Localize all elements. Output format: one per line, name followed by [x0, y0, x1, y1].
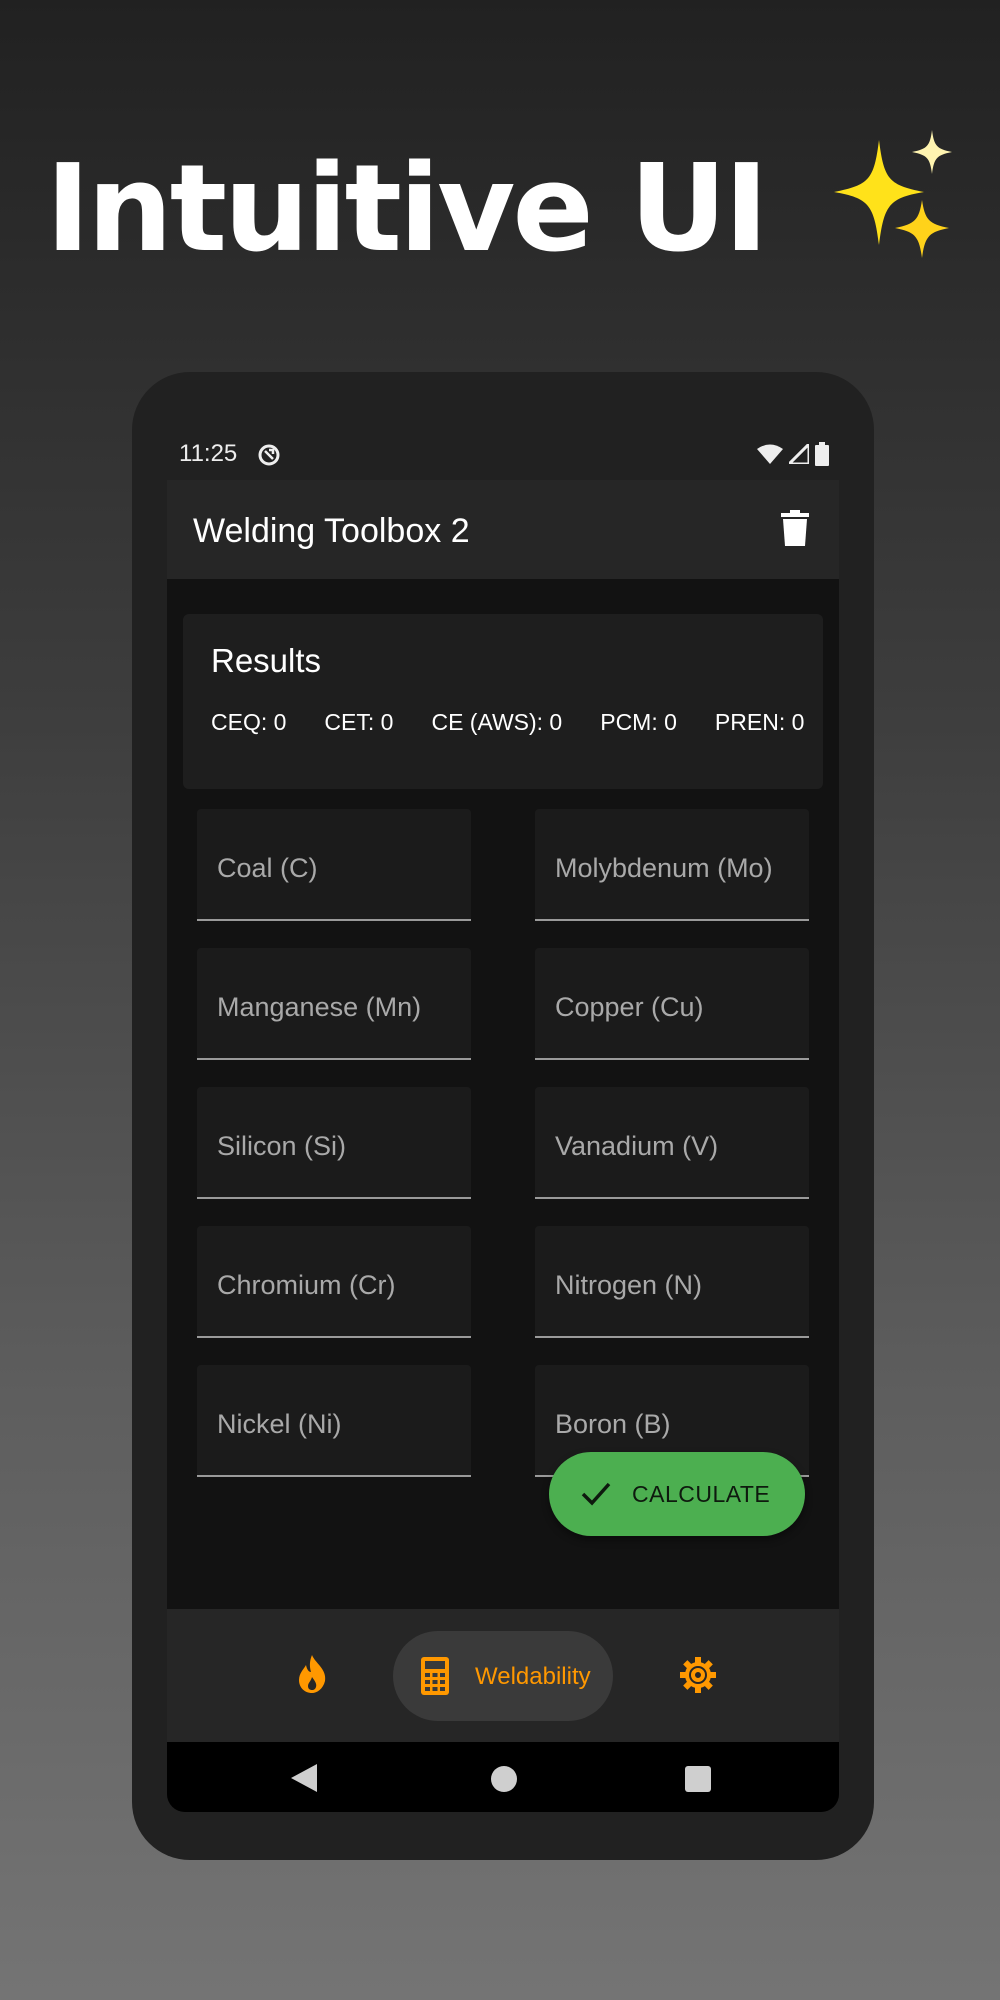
field-label: Silicon (Si): [217, 1131, 347, 1161]
field-label: Nitrogen (N): [555, 1270, 703, 1300]
home-icon[interactable]: [491, 1766, 517, 1792]
nitrogen-field[interactable]: Nitrogen (N): [535, 1226, 809, 1338]
status-bar: 11:25: [167, 406, 839, 480]
check-icon: [581, 1482, 611, 1506]
field-label: Nickel (Ni): [217, 1409, 342, 1439]
field-label: Manganese (Mn): [217, 992, 422, 1022]
trash-icon[interactable]: [781, 510, 809, 546]
field-label: Chromium (Cr): [217, 1270, 396, 1300]
sparkles-icon: [834, 130, 953, 258]
gear-icon[interactable]: [678, 1655, 718, 1695]
chromium-field[interactable]: Chromium (Cr): [197, 1226, 471, 1338]
calculate-label: CALCULATE: [632, 1481, 771, 1507]
field-label: Boron (B): [555, 1409, 671, 1439]
vanadium-field[interactable]: Vanadium (V): [535, 1087, 809, 1199]
app-bar: Welding Toolbox 2: [167, 480, 839, 579]
status-time: 11:25: [179, 440, 238, 467]
field-label: Coal (C): [217, 853, 318, 883]
molybdenum-field[interactable]: Molybdenum (Mo): [535, 809, 809, 921]
copper-field[interactable]: Copper (Cu): [535, 948, 809, 1060]
phone-frame: 11:25 Welding Toolbox 2 Results CEQ: 0 C…: [132, 372, 874, 1860]
recents-icon[interactable]: [685, 1766, 711, 1792]
nav-label-weldability: Weldability: [475, 1663, 591, 1690]
metric-ceq: CEQ: 0: [211, 709, 287, 735]
sync-icon: [258, 444, 280, 466]
field-label: Vanadium (V): [555, 1131, 719, 1161]
back-icon[interactable]: [291, 1764, 317, 1792]
wifi-icon: [757, 444, 783, 464]
status-icons: [757, 442, 829, 466]
metric-pcm: PCM: 0: [600, 709, 677, 735]
manganese-field[interactable]: Manganese (Mn): [197, 948, 471, 1060]
calculate-button[interactable]: CALCULATE: [549, 1452, 805, 1536]
nickel-field[interactable]: Nickel (Ni): [197, 1365, 471, 1477]
app-screen: 11:25 Welding Toolbox 2 Results CEQ: 0 C…: [167, 406, 839, 1812]
field-label: Copper (Cu): [555, 992, 704, 1022]
carbon-field[interactable]: Coal (C): [197, 809, 471, 921]
metric-pren: PREN: 0: [714, 709, 805, 735]
results-title: Results: [211, 642, 322, 679]
headline-text: Intuitive UI: [45, 140, 769, 279]
nav-item-weldability[interactable]: Weldability: [393, 1631, 613, 1721]
signal-icon: [789, 444, 809, 464]
metric-ce-aws: CE (AWS): 0: [431, 709, 563, 735]
battery-icon: [815, 442, 829, 466]
system-navigation-bar: [167, 1742, 839, 1812]
results-card: Results CEQ: 0 CET: 0 CE (AWS): 0 PCM: 0…: [183, 614, 823, 789]
bottom-navigation: Weldability: [167, 1609, 839, 1742]
promo-headline: Intuitive UI: [0, 130, 1000, 279]
metric-cet: CET: 0: [324, 709, 394, 735]
flame-icon[interactable]: [297, 1655, 327, 1693]
silicon-field[interactable]: Silicon (Si): [197, 1087, 471, 1199]
app-title: Welding Toolbox 2: [193, 512, 470, 550]
results-metrics: CEQ: 0 CET: 0 CE (AWS): 0 PCM: 0 PREN: 0: [211, 709, 804, 736]
field-label: Molybdenum (Mo): [555, 853, 773, 883]
calculator-icon: [421, 1657, 449, 1695]
